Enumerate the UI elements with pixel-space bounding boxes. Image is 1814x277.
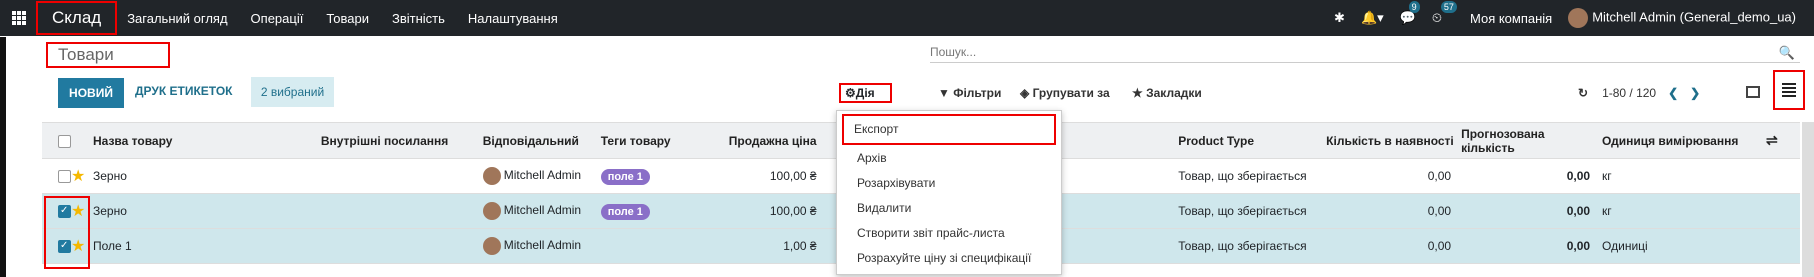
menu-item-unarchive[interactable]: Розархівувати <box>857 176 935 190</box>
bell-icon[interactable]: 🔔▾ <box>1361 10 1384 26</box>
left-sidebar-edge <box>0 37 6 277</box>
print-labels-button[interactable]: ДРУК ЕТИКЕТОК <box>135 84 233 98</box>
menu-item-archive[interactable]: Архів <box>857 151 887 165</box>
col-responsible[interactable]: Відповідальний <box>482 122 601 159</box>
action-button[interactable]: ⚙Дія <box>839 83 892 103</box>
responsible-avatar <box>482 237 501 255</box>
menu-item-compute-bom-price[interactable]: Розрахуйте ціну зі специфікації <box>857 251 1031 265</box>
top-navbar: Склад Загальний огляд Операції Товари Зв… <box>0 0 1814 36</box>
main-menu: Загальний огляд Операції Товари Звітніст… <box>127 11 581 26</box>
group-by-label: Групувати за <box>1032 86 1110 100</box>
new-button[interactable]: НОВИЙ <box>58 78 124 108</box>
scrollbar[interactable] <box>1802 122 1814 277</box>
col-price[interactable]: Продажна ціна <box>707 122 823 159</box>
selected-count[interactable]: 2 вибраний <box>251 77 334 107</box>
product-tag: поле 1 <box>600 204 650 220</box>
cell-type: Товар, що зберігається <box>1178 193 1327 229</box>
menu-item-export[interactable]: Експорт <box>842 114 1056 145</box>
cell-name: Зерно <box>92 193 321 229</box>
select-all-cell <box>42 122 71 159</box>
cell-name: Зерно <box>92 158 321 194</box>
cell-name: Поле 1 <box>92 228 321 264</box>
filters-button[interactable]: ▼ Фільтри <box>938 86 1001 100</box>
cell-type: Товар, що зберігається <box>1178 158 1327 194</box>
cell-responsible: Mitchell Admin <box>503 238 582 253</box>
next-page-icon[interactable]: ❯ <box>1690 86 1700 100</box>
cell-uom: кг <box>1596 193 1766 229</box>
col-product-type[interactable]: Product Type <box>1178 122 1327 159</box>
menu-operations[interactable]: Операції <box>251 11 304 26</box>
cell-price: 100,00 ₴ <box>707 193 823 229</box>
messages-badge: 9 <box>1408 1 1420 13</box>
menu-overview[interactable]: Загальний огляд <box>127 11 227 26</box>
cell-uom: кг <box>1596 158 1766 194</box>
star-icon: ★ <box>1132 86 1143 100</box>
menu-products[interactable]: Товари <box>326 11 369 26</box>
cell-responsible: Mitchell Admin <box>503 203 582 218</box>
search-input[interactable]: Пошук... 🔍 <box>930 45 1800 63</box>
responsible-avatar <box>482 202 501 220</box>
user-avatar <box>1568 8 1589 28</box>
list-view-icon <box>1782 83 1796 97</box>
cell-forecast: 0,00 <box>1461 228 1597 264</box>
optional-columns-icon[interactable]: ⇌ <box>1765 122 1800 159</box>
col-uom[interactable]: Одиниця вимірювання <box>1596 122 1766 159</box>
search-placeholder: Пошук... <box>930 45 977 59</box>
responsible-avatar <box>482 167 501 185</box>
app-name[interactable]: Склад <box>36 1 118 35</box>
action-dropdown-menu: Експорт Архів Розархівувати Видалити Ств… <box>836 110 1062 275</box>
pager-value[interactable]: 1-80 / 120 <box>1602 86 1656 100</box>
kanban-view-icon[interactable] <box>1746 86 1760 98</box>
row-checkbox[interactable] <box>58 170 71 184</box>
favorites-button[interactable]: ★ Закладки <box>1132 86 1202 100</box>
col-tags[interactable]: Теги товару <box>600 122 708 159</box>
activities-badge: 57 <box>1440 1 1457 13</box>
menu-item-delete[interactable]: Видалити <box>857 201 911 215</box>
product-tag: поле 1 <box>600 169 650 185</box>
user-menu[interactable]: Mitchell Admin (General_demo_ua) <box>1568 8 1796 28</box>
messages-icon[interactable]: 💬 9 <box>1400 1 1420 26</box>
refresh-icon[interactable]: ↻ <box>1578 86 1588 100</box>
prev-page-icon[interactable]: ❮ <box>1668 86 1678 100</box>
col-qty[interactable]: Кількість в наявності <box>1326 122 1462 159</box>
col-forecast[interactable]: Прогнозована кількість <box>1461 122 1597 159</box>
systray: ✱ 🔔▾ 💬 9 ⏲ 57 Моя компанія Mitchell Admin … <box>1318 0 1796 36</box>
cell-responsible: Mitchell Admin <box>503 168 582 183</box>
company-switcher[interactable]: Моя компанія <box>1470 11 1552 26</box>
cell-forecast: 0,00 <box>1461 158 1597 194</box>
cell-type: Товар, що зберігається <box>1178 228 1327 264</box>
gear-icon: ⚙ <box>845 86 856 100</box>
menu-settings[interactable]: Налаштування <box>468 11 558 26</box>
menu-item-pricelist-report[interactable]: Створити звіт прайс-листа <box>857 226 1005 240</box>
selected-rows-highlight <box>44 196 90 269</box>
select-all-checkbox[interactable] <box>58 134 71 148</box>
group-by-button[interactable]: ◈ Групувати за <box>1020 86 1110 100</box>
cell-qty: 0,00 <box>1326 158 1462 194</box>
pager: ↻ 1-80 / 120 ❮ ❯ <box>1578 86 1700 100</box>
cell-price: 1,00 ₴ <box>707 228 823 264</box>
favorite-star-icon[interactable]: ★ <box>71 168 85 185</box>
layers-icon: ◈ <box>1020 86 1030 100</box>
activity-clock-icon[interactable]: ⏲ 57 <box>1432 1 1457 26</box>
menu-reporting[interactable]: Звітність <box>392 11 445 26</box>
debug-bug-icon[interactable]: ✱ <box>1334 10 1345 26</box>
user-name: Mitchell Admin (General_demo_ua) <box>1592 9 1796 25</box>
filters-label: Фільтри <box>953 86 1002 100</box>
cell-qty: 0,00 <box>1326 193 1462 229</box>
cell-qty: 0,00 <box>1326 228 1462 264</box>
col-name[interactable]: Назва товару <box>92 122 321 159</box>
cell-price: 100,00 ₴ <box>707 158 823 194</box>
list-view-button[interactable] <box>1773 70 1805 110</box>
search-icon[interactable]: 🔍 <box>1779 45 1795 61</box>
action-label: Дія <box>855 86 875 100</box>
filter-icon: ▼ <box>938 86 950 100</box>
apps-grid-icon[interactable] <box>12 11 26 25</box>
favorites-label: Закладки <box>1146 86 1202 100</box>
col-internal-ref[interactable]: Внутрішні посилання <box>320 122 483 159</box>
cell-uom: Одиниці <box>1596 228 1766 264</box>
cell-forecast: 0,00 <box>1461 193 1597 229</box>
breadcrumb: Товари <box>46 42 170 68</box>
